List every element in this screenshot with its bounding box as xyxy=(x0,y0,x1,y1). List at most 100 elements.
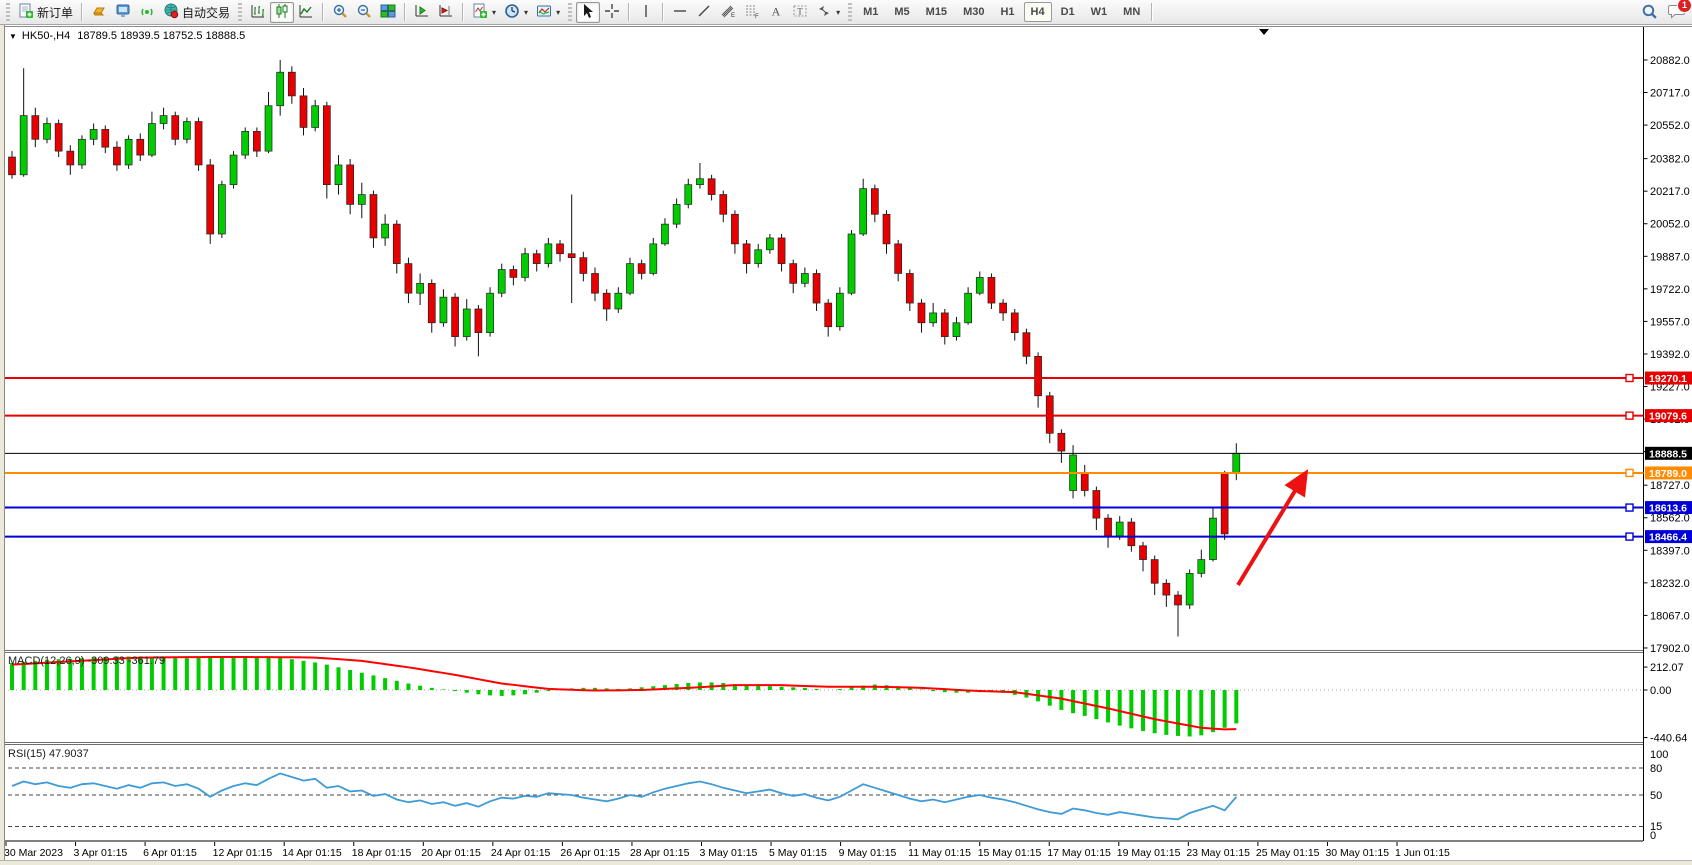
candle-up[interactable] xyxy=(1198,560,1205,574)
toolbar-gripper[interactable] xyxy=(848,3,852,21)
timeframe-W1[interactable]: W1 xyxy=(1084,2,1115,22)
search-button[interactable] xyxy=(1637,2,1662,23)
hline-handle[interactable] xyxy=(1626,375,1633,382)
new-order-button[interactable]: 新订单 xyxy=(14,2,77,23)
candle-down[interactable] xyxy=(67,151,74,165)
candle-down[interactable] xyxy=(207,165,214,234)
candle-down[interactable] xyxy=(592,273,599,293)
candle-up[interactable] xyxy=(335,165,342,185)
candle-up[interactable] xyxy=(440,297,447,323)
timeframe-M1[interactable]: M1 xyxy=(856,2,885,22)
hline-handle[interactable] xyxy=(1626,469,1633,476)
hline-handle[interactable] xyxy=(1626,533,1633,540)
candle-down[interactable] xyxy=(1175,595,1182,605)
candle-down[interactable] xyxy=(1058,433,1065,451)
candle-down[interactable] xyxy=(347,165,354,204)
toolbar-gripper[interactable] xyxy=(6,3,10,21)
toolbar-gripper[interactable] xyxy=(238,3,242,21)
candle-down[interactable] xyxy=(708,179,715,195)
candle-down[interactable] xyxy=(813,273,820,303)
candle-up[interactable] xyxy=(1233,453,1240,473)
chat-button[interactable]: 1 xyxy=(1668,2,1686,24)
candle-down[interactable] xyxy=(1151,560,1158,584)
candle-down[interactable] xyxy=(393,224,400,263)
text-button[interactable]: A xyxy=(764,2,788,23)
candle-up[interactable] xyxy=(312,106,319,128)
candle-down[interactable] xyxy=(475,309,482,333)
candle-down[interactable] xyxy=(941,313,948,337)
candle-down[interactable] xyxy=(1011,313,1018,333)
equidistant-channel-button[interactable]: E xyxy=(716,2,740,23)
candle-up[interactable] xyxy=(43,124,50,140)
candle-down[interactable] xyxy=(113,147,120,165)
candle-down[interactable] xyxy=(172,116,179,140)
candle-up[interactable] xyxy=(685,185,692,205)
toolbar-gripper[interactable] xyxy=(568,3,572,21)
candle-up[interactable] xyxy=(766,238,773,250)
candle-down[interactable] xyxy=(9,157,16,175)
candle-down[interactable] xyxy=(778,238,785,264)
timeframe-H4[interactable]: H4 xyxy=(1024,2,1052,22)
candle-up[interactable] xyxy=(661,224,668,244)
hline-handle[interactable] xyxy=(1626,412,1633,419)
candle-up[interactable] xyxy=(218,185,225,234)
gold-button[interactable] xyxy=(87,2,111,23)
candle-down[interactable] xyxy=(195,122,202,165)
signals-button[interactable] xyxy=(135,2,159,23)
candle-down[interactable] xyxy=(288,72,295,96)
candle-down[interactable] xyxy=(510,270,517,278)
trendline-button[interactable] xyxy=(692,2,716,23)
timeframe-D1[interactable]: D1 xyxy=(1054,2,1082,22)
candle-down[interactable] xyxy=(603,293,610,309)
timeframe-M15[interactable]: M15 xyxy=(919,2,954,22)
candle-up[interactable] xyxy=(487,293,494,332)
candle-down[interactable] xyxy=(1035,356,1042,395)
timeframe-M5[interactable]: M5 xyxy=(887,2,916,22)
candle-down[interactable] xyxy=(428,283,435,322)
candle-up[interactable] xyxy=(230,155,237,185)
tile-windows-button[interactable] xyxy=(376,2,400,23)
candle-down[interactable] xyxy=(1023,333,1030,357)
candle-up[interactable] xyxy=(755,250,762,264)
timeframe-H1[interactable]: H1 xyxy=(993,2,1021,22)
crosshair-button[interactable] xyxy=(600,2,624,23)
candle-down[interactable] xyxy=(300,96,307,128)
candle-down[interactable] xyxy=(1128,522,1135,546)
candle-down[interactable] xyxy=(452,297,459,336)
zoom-in-button[interactable] xyxy=(328,2,352,23)
candle-up[interactable] xyxy=(696,179,703,185)
cursor-button[interactable] xyxy=(576,2,600,23)
candle-down[interactable] xyxy=(883,214,890,244)
candle-up[interactable] xyxy=(1209,518,1216,559)
candle-up[interactable] xyxy=(183,122,190,140)
candle-down[interactable] xyxy=(323,106,330,185)
candle-up[interactable] xyxy=(976,277,983,293)
candle-up[interactable] xyxy=(277,72,284,106)
candle-up[interactable] xyxy=(860,189,867,234)
candle-up[interactable] xyxy=(848,234,855,293)
bar-chart-button[interactable] xyxy=(246,2,270,23)
candle-up[interactable] xyxy=(1186,573,1193,605)
candle-up[interactable] xyxy=(148,124,155,156)
candle-up[interactable] xyxy=(836,293,843,327)
candle-down[interactable] xyxy=(580,258,587,274)
candle-down[interactable] xyxy=(720,195,727,215)
community-button[interactable] xyxy=(111,2,135,23)
candle-down[interactable] xyxy=(1046,396,1053,433)
chart-canvas[interactable]: 20882.020717.020552.020382.020217.020052… xyxy=(0,25,1692,865)
candle-up[interactable] xyxy=(626,264,633,294)
candle-up[interactable] xyxy=(673,204,680,224)
templates-button[interactable]: ▾ xyxy=(532,2,564,23)
candle-down[interactable] xyxy=(568,254,575,258)
collapse-marker-icon[interactable]: ▼ xyxy=(9,32,17,41)
horizontal-line-button[interactable] xyxy=(668,2,692,23)
candle-down[interactable] xyxy=(1221,473,1228,534)
timeframe-MN[interactable]: MN xyxy=(1116,2,1147,22)
candle-up[interactable] xyxy=(78,139,85,165)
text-label-button[interactable]: T xyxy=(788,2,812,23)
candle-down[interactable] xyxy=(102,129,109,147)
candle-up[interactable] xyxy=(545,244,552,264)
chart-shift-button[interactable] xyxy=(434,2,458,23)
candle-down[interactable] xyxy=(1163,583,1170,595)
candle-down[interactable] xyxy=(918,303,925,323)
